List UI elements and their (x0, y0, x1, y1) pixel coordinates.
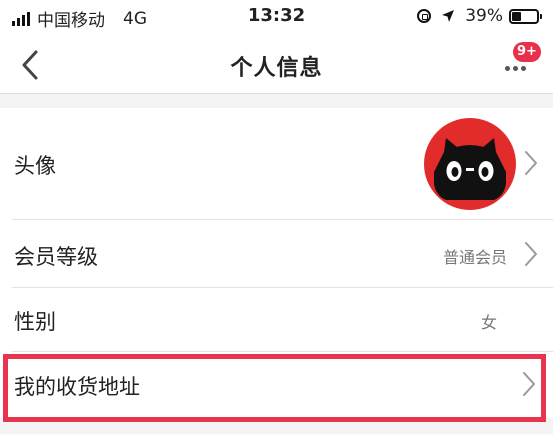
lock-rotation-icon (417, 9, 432, 23)
more-dots-icon (505, 66, 526, 71)
gender-row[interactable]: 性别 女 (0, 288, 553, 352)
profile-info-list: 头像 会员等级 普通会员 性别 女 我的收货地址 (0, 108, 553, 418)
shipping-address-label: 我的收货地址 (14, 375, 140, 399)
avatar-row[interactable]: 头像 (0, 108, 553, 220)
tmall-cat-avatar[interactable] (424, 118, 516, 210)
status-right: 39% (417, 6, 542, 26)
page-title: 个人信息 (230, 56, 323, 81)
notification-badge: 9+ (513, 42, 541, 62)
member-level-label: 会员等级 (14, 245, 98, 269)
status-bar: 中国移动 4G 13:32 39% (0, 0, 553, 36)
shipping-address-row[interactable]: 我的收货地址 (0, 352, 553, 418)
battery-icon (509, 8, 542, 24)
gender-value: 女 (480, 313, 497, 332)
gender-label: 性别 (14, 310, 56, 334)
member-level-value: 普通会员 (442, 248, 507, 267)
chevron-right-icon (525, 242, 537, 266)
chevron-right-icon (523, 372, 535, 396)
location-arrow-icon (442, 10, 455, 22)
nav-bar: 个人信息 9+ (0, 36, 553, 94)
battery-fill (512, 11, 522, 21)
more-button[interactable]: 9+ (501, 42, 541, 86)
cat-face-icon (434, 138, 506, 200)
avatar-label: 头像 (14, 154, 56, 178)
member-level-row[interactable]: 会员等级 普通会员 (0, 220, 553, 288)
battery-percent: 39% (465, 6, 503, 26)
chevron-right-icon (525, 151, 537, 175)
